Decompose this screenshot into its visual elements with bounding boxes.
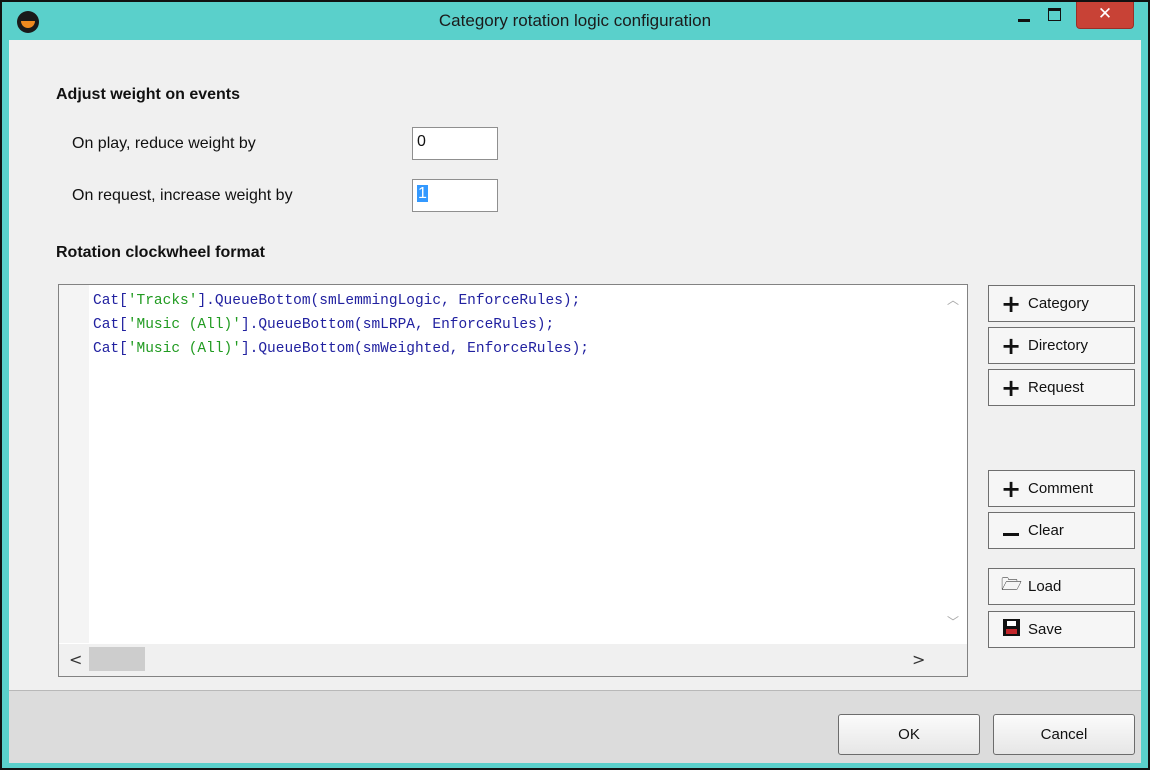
load-button[interactable]: 🗁 Load [988, 568, 1135, 605]
add-directory-label: Directory [1028, 337, 1089, 354]
button-bar: OK Cancel [9, 691, 1141, 763]
scroll-right-icon[interactable]: > [912, 650, 925, 669]
clockwheel-editor[interactable]: Cat['Tracks'].QueueBottom(smLemmingLogic… [58, 284, 968, 677]
clear-button[interactable]: Clear [988, 512, 1135, 549]
add-category-button[interactable]: + Category [988, 285, 1135, 322]
add-request-button[interactable]: + Request [988, 369, 1135, 406]
dialog-body: Adjust weight on events On play, reduce … [9, 40, 1141, 763]
clockwheel-section-title: Rotation clockwheel format [56, 244, 265, 261]
vertical-scrollbar[interactable]: ︿ ﹀ [939, 285, 967, 643]
editor-gutter [59, 285, 89, 643]
save-label: Save [1028, 621, 1063, 638]
plus-icon: + [1001, 289, 1022, 318]
add-request-label: Request [1028, 379, 1084, 396]
close-button[interactable]: ✕ [1076, 2, 1134, 29]
add-comment-label: Comment [1028, 480, 1094, 497]
play-weight-input[interactable]: 0 [412, 127, 498, 160]
code-line[interactable]: Cat['Tracks'].QueueBottom(smLemmingLogic… [93, 289, 589, 313]
load-label: Load [1028, 578, 1062, 595]
clear-label: Clear [1028, 522, 1064, 539]
add-directory-button[interactable]: + Directory [988, 327, 1135, 364]
horizontal-scrollbar[interactable]: < > [59, 644, 967, 676]
minus-icon [1001, 522, 1021, 540]
code-area[interactable]: Cat['Tracks'].QueueBottom(smLemmingLogic… [93, 289, 589, 361]
window-title: Category rotation logic configuration [438, 11, 712, 30]
request-weight-value: 1 [417, 185, 428, 202]
code-line[interactable]: Cat['Music (All)'].QueueBottom(smLRPA, E… [93, 313, 589, 337]
scroll-up-icon[interactable]: ︿ [947, 291, 959, 308]
close-icon: ✕ [1097, 4, 1113, 24]
scroll-left-icon[interactable]: < [69, 650, 82, 669]
request-weight-label: On request, increase weight by [72, 187, 293, 204]
ok-button[interactable]: OK [838, 714, 980, 755]
folder-open-icon: 🗁 [1001, 575, 1023, 595]
plus-icon: + [1001, 373, 1022, 402]
plus-icon: + [1001, 474, 1022, 503]
scrollbar-thumb[interactable] [89, 647, 145, 671]
save-button[interactable]: Save [988, 611, 1135, 648]
scroll-down-icon[interactable]: ﹀ [947, 613, 959, 630]
plus-icon: + [1001, 331, 1022, 360]
code-line[interactable]: Cat['Music (All)'].QueueBottom(smWeighte… [93, 337, 589, 361]
weights-section-title: Adjust weight on events [56, 86, 241, 103]
play-weight-value: 0 [417, 133, 426, 150]
title-bar[interactable]: Category rotation logic configuration ✕ [2, 2, 1148, 40]
add-category-label: Category [1028, 295, 1089, 312]
dialog-window: Category rotation logic configuration ✕ … [0, 0, 1150, 770]
cancel-button[interactable]: Cancel [993, 714, 1135, 755]
add-comment-button[interactable]: + Comment [988, 470, 1135, 507]
minimize-button[interactable] [1010, 2, 1038, 32]
play-weight-label: On play, reduce weight by [72, 135, 256, 152]
save-disk-icon [1001, 619, 1021, 640]
maximize-button[interactable] [1040, 2, 1068, 32]
request-weight-input[interactable]: 1 [412, 179, 498, 212]
